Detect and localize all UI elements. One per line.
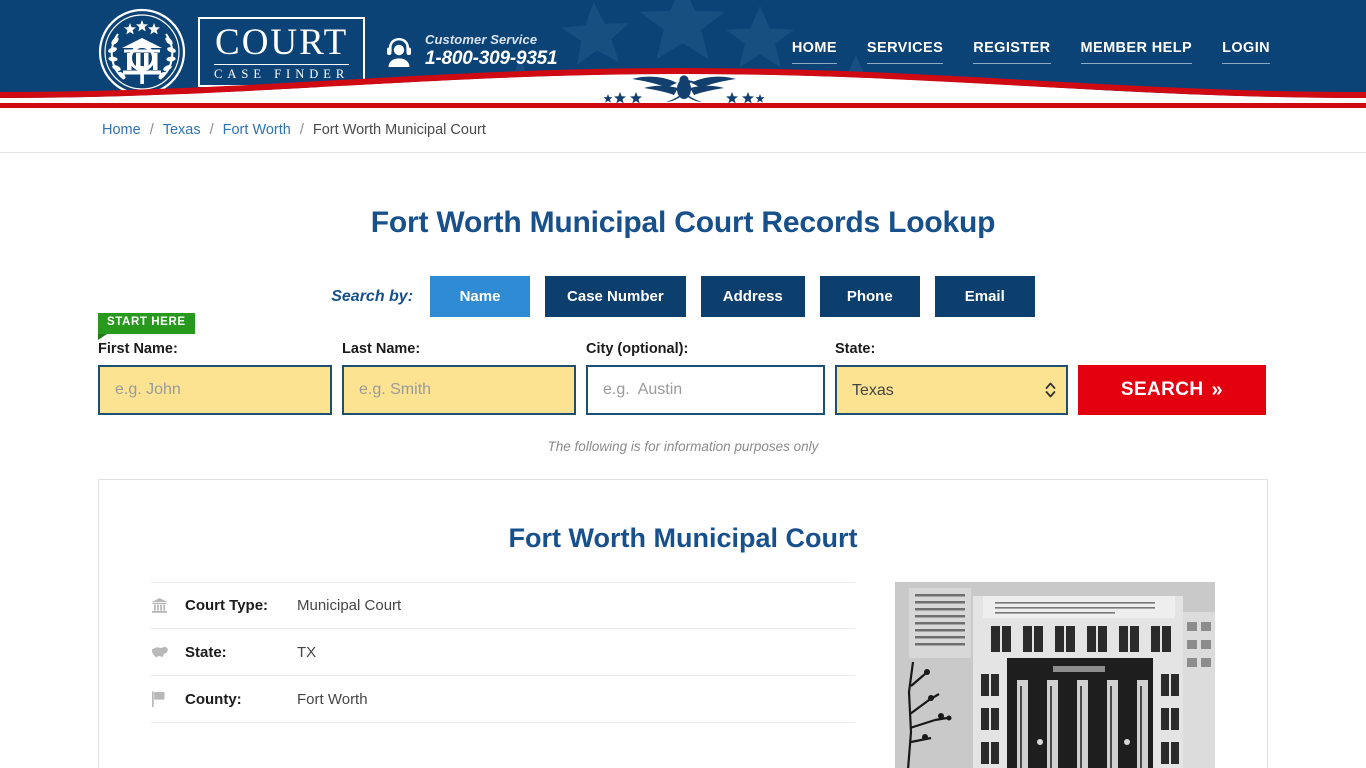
detail-key: County: xyxy=(185,690,242,708)
tab-phone[interactable]: Phone xyxy=(819,276,920,317)
usa-map-icon xyxy=(151,645,185,659)
detail-key: Court Type: xyxy=(185,597,269,614)
search-button-chevron: » xyxy=(1211,379,1224,401)
detail-row-county: County: Fort Worth xyxy=(151,676,855,723)
eagle-icon xyxy=(603,75,765,103)
site-header: COURT CASE FINDER Customer Service 1-800… xyxy=(0,0,1366,103)
tab-name[interactable]: Name xyxy=(430,276,531,317)
disclaimer-text: The following is for information purpose… xyxy=(547,439,819,454)
breadcrumb-item-fort-worth[interactable]: Fort Worth xyxy=(223,122,291,138)
search-by-label: Search by: xyxy=(331,287,414,305)
breadcrumb-separator: / xyxy=(149,122,154,138)
search-by-tabs: Search by: Name Case Number Address Phon… xyxy=(0,276,1366,317)
last-name-field-group: Last Name: xyxy=(342,341,576,415)
breadcrumb: Home / Texas / Fort Worth / Fort Worth M… xyxy=(0,108,1366,153)
last-name-input[interactable] xyxy=(342,365,576,415)
detail-value: Fort Worth xyxy=(297,690,368,708)
breadcrumb-item-texas[interactable]: Texas xyxy=(163,122,201,138)
city-field-group: City (optional): xyxy=(586,341,825,415)
detail-value: TX xyxy=(297,643,317,661)
bank-icon xyxy=(151,597,185,614)
search-button-label: SEARCH xyxy=(1120,379,1204,400)
detail-value: Municipal Court xyxy=(297,597,402,614)
first-name-input[interactable] xyxy=(98,365,332,415)
tab-email[interactable]: Email xyxy=(934,276,1035,317)
court-card-title: Fort Worth Municipal Court xyxy=(508,523,858,553)
city-input[interactable] xyxy=(586,365,825,415)
breadcrumb-item-current: Fort Worth Municipal Court xyxy=(312,122,486,138)
state-select[interactable]: TexasAlabamaAlaskaArizonaCaliforniaFlori… xyxy=(835,365,1068,415)
courthouse-photo xyxy=(895,582,1215,768)
tab-address[interactable]: Address xyxy=(700,276,805,317)
customer-service-label: Customer Service xyxy=(425,32,538,47)
page-title: Fort Worth Municipal Court Records Looku… xyxy=(370,206,996,239)
breadcrumb-item-home[interactable]: Home xyxy=(102,122,141,138)
breadcrumb-separator: / xyxy=(209,122,214,138)
search-form: START HERE First Name: Last Name: City (… xyxy=(0,313,1366,415)
first-name-field-group: First Name: xyxy=(98,341,332,415)
city-label: City (optional): xyxy=(586,341,689,357)
court-detail-list: Court Type: Municipal Court State: TX Co… xyxy=(151,582,855,768)
court-info-card: Fort Worth Municipal Court Court Type: M… xyxy=(98,479,1268,768)
flag-icon xyxy=(151,691,185,707)
tab-case-number[interactable]: Case Number xyxy=(545,276,686,317)
start-here-badge: START HERE xyxy=(98,313,195,339)
detail-key: State: xyxy=(185,643,227,661)
detail-row-state: State: TX xyxy=(151,629,855,676)
state-label: State: xyxy=(835,341,876,357)
detail-row-court-type: Court Type: Municipal Court xyxy=(151,582,855,629)
breadcrumb-separator: / xyxy=(299,122,304,138)
first-name-label: First Name: xyxy=(98,341,178,357)
search-button[interactable]: SEARCH » xyxy=(1078,365,1266,415)
last-name-label: Last Name: xyxy=(342,341,421,357)
state-field-group: State: TexasAlabamaAlaskaArizonaCaliforn… xyxy=(835,341,1068,415)
